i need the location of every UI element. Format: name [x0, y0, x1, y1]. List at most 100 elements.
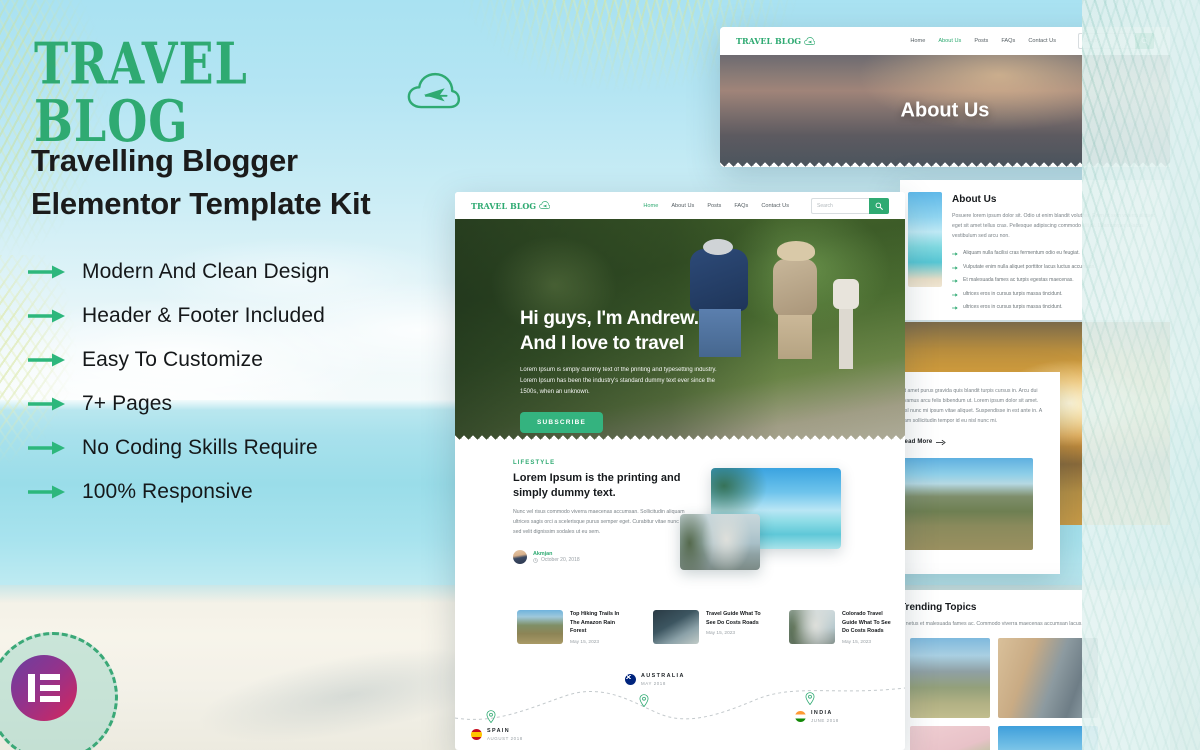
elementor-badge: [0, 632, 128, 750]
promo-feature-item: Easy To Customize: [28, 338, 458, 382]
about-bullet-text: Vulputate enim nulla aliquet porttitor l…: [963, 263, 1096, 270]
post-thumbnail: [653, 610, 699, 644]
promo-feature-list: Modern And Clean Design Header & Footer …: [28, 250, 458, 514]
hero-title-line2: And I love to travel: [520, 332, 684, 354]
about-bullet-text: Aliquam nulla facilisi cras fermentum od…: [963, 250, 1080, 257]
spain-flag-icon: [471, 729, 482, 740]
arrow-right-icon: [28, 309, 65, 323]
trending-image[interactable]: [910, 638, 990, 718]
timeline-stop[interactable]: AUSTRALIA MAY 2018: [625, 673, 685, 686]
trending-image[interactable]: [910, 726, 990, 750]
brand-logo: TRAVEL BLOG: [34, 35, 460, 150]
palm-frond-right-overlay: [1082, 0, 1200, 750]
about-bullet-text: ultrices eros in cursus turpis massa tin…: [963, 290, 1063, 297]
brand-name: TRAVEL BLOG: [34, 29, 248, 155]
post-thumbnail: [789, 610, 835, 644]
post-thumbnail: [517, 610, 563, 644]
post-card[interactable]: Travel Guide What To See Do Costs Roads …: [653, 610, 763, 645]
trending-paragraph: et netus et malesuada fames ac. Commodo …: [900, 621, 1083, 627]
zigzag-divider: [455, 431, 905, 440]
trending-title: Trending Topics: [900, 602, 977, 613]
post-author-row: Akmjan October 20, 2018: [513, 550, 688, 565]
home-window: TRAVEL BLOG Home About Us Posts FAQs Con…: [455, 192, 905, 750]
arrow-right-icon: [952, 252, 958, 257]
subscribe-button[interactable]: SUBSCRIBE: [520, 411, 604, 433]
post-card[interactable]: Colorado Travel Guide What To See Do Cos…: [789, 610, 899, 645]
home-window-nav: Home About Us Posts FAQs Contact Us: [643, 203, 789, 209]
nav-link-contact-us[interactable]: Contact Us: [1028, 38, 1056, 44]
promo-feature-label: 7+ Pages: [82, 392, 173, 415]
featured-post: LIFESTYLE Lorem Ipsum is the printing an…: [513, 460, 688, 565]
nav-link-about-us[interactable]: About Us: [671, 203, 694, 209]
search-button[interactable]: [869, 197, 889, 214]
cloud-airplane-icon: [539, 201, 551, 209]
post-card[interactable]: Top Hiking Trails In The Amazon Rain For…: [517, 610, 627, 645]
promo-feature-label: Modern And Clean Design: [82, 260, 330, 283]
post-excerpt: Nunc vel risus commodo viverra maecenas …: [513, 509, 685, 536]
map-pin-icon: [805, 692, 815, 705]
timeline-stop[interactable]: INDIA JUNE 2018: [795, 710, 839, 723]
arrow-right-icon: [952, 279, 958, 284]
promo-feature-label: Easy To Customize: [82, 348, 264, 371]
nav-link-posts[interactable]: Posts: [974, 38, 988, 44]
recent-posts-list: Top Hiking Trails In The Amazon Rain For…: [517, 610, 899, 645]
nav-link-about-us[interactable]: About Us: [938, 38, 961, 44]
australia-flag-icon: [625, 674, 636, 685]
nav-link-home[interactable]: Home: [910, 38, 925, 44]
about-panel-image: [908, 192, 942, 287]
promo-feature-item: 7+ Pages: [28, 382, 458, 426]
post-card-title: Travel Guide What To See Do Costs Roads: [706, 611, 761, 626]
post-card-title: Colorado Travel Guide What To See Do Cos…: [842, 611, 891, 635]
home-window-header: TRAVEL BLOG Home About Us Posts FAQs Con…: [455, 192, 905, 219]
gallery-image-rock[interactable]: [680, 514, 760, 570]
hero-section: Hi guys, I'm Andrew. And I love to trave…: [455, 219, 905, 440]
cloud-airplane-icon: [407, 72, 460, 109]
timeline-date: AUGUST 2018: [487, 736, 523, 741]
nav-link-faqs[interactable]: FAQs: [734, 203, 748, 209]
nav-link-home[interactable]: Home: [643, 203, 658, 209]
post-card-title: Top Hiking Trails In The Amazon Rain For…: [570, 611, 620, 635]
hero-copy: Hi guys, I'm Andrew. And I love to trave…: [520, 307, 720, 433]
arrow-right-icon: [952, 306, 958, 311]
nav-link-posts[interactable]: Posts: [707, 203, 721, 209]
promo-feature-item: 100% Responsive: [28, 470, 458, 514]
elementor-logo-icon: [11, 655, 77, 721]
travel-timeline: SPAIN AUGUST 2018 AUSTRALIA MAY 2018 IND…: [455, 670, 905, 750]
post-category[interactable]: LIFESTYLE: [513, 460, 688, 466]
promo-feature-item: Modern And Clean Design: [28, 250, 458, 294]
arrow-right-icon: [28, 485, 65, 499]
promo-headline-line1: Travelling Blogger: [31, 143, 298, 178]
site-logo[interactable]: TRAVEL BLOG: [471, 201, 551, 211]
search-input[interactable]: Search: [811, 197, 869, 214]
cloud-airplane-icon: [804, 36, 816, 45]
promo-feature-item: Header & Footer Included: [28, 294, 458, 338]
post-card-date: May 15, 2023: [706, 631, 736, 637]
post-title[interactable]: Lorem Ipsum is the printing and simply d…: [513, 471, 688, 500]
story-paragraph: Sit amet purus gravida quis blandit turp…: [900, 388, 1042, 425]
promo-feature-label: 100% Responsive: [82, 480, 253, 503]
clock-icon: [533, 558, 538, 563]
nav-link-contact-us[interactable]: Contact Us: [761, 203, 789, 209]
arrow-right-icon: [28, 397, 65, 411]
arrow-right-icon: [28, 441, 65, 455]
arrow-right-icon: [952, 266, 958, 270]
promo-panel: TRAVEL BLOG Travelling Blogger Elementor…: [0, 0, 460, 750]
post-card-date: May 15, 2023: [570, 639, 600, 645]
timeline-country: AUSTRALIA: [641, 673, 685, 679]
about-bullet-text: ultrices eros in cursus turpis massa tin…: [963, 304, 1063, 311]
post-date: October 20, 2018: [541, 557, 580, 564]
post-card-date: May 15, 2023: [842, 639, 872, 645]
promo-headline-line2: Elementor Template Kit: [31, 185, 371, 221]
about-window-nav: Home About Us Posts FAQs Contact Us: [910, 38, 1056, 44]
timeline-stop[interactable]: SPAIN AUGUST 2018: [471, 728, 523, 741]
hero-paragraph: Lorem Ipsum is simply dummy text of the …: [520, 367, 717, 395]
promo-feature-label: No Coding Skills Require: [82, 436, 318, 459]
promo-headline: Travelling Blogger Elementor Template Ki…: [31, 140, 451, 226]
promo-feature-item: No Coding Skills Require: [28, 426, 458, 470]
nav-link-faqs[interactable]: FAQs: [1001, 38, 1015, 44]
story-image: [900, 457, 1033, 550]
about-bullet-text: Et malesuada fames ac turpis egestas mae…: [963, 277, 1074, 284]
site-logo[interactable]: TRAVEL BLOG: [736, 36, 816, 46]
arrow-right-icon: [952, 293, 958, 297]
avatar: [513, 550, 527, 565]
